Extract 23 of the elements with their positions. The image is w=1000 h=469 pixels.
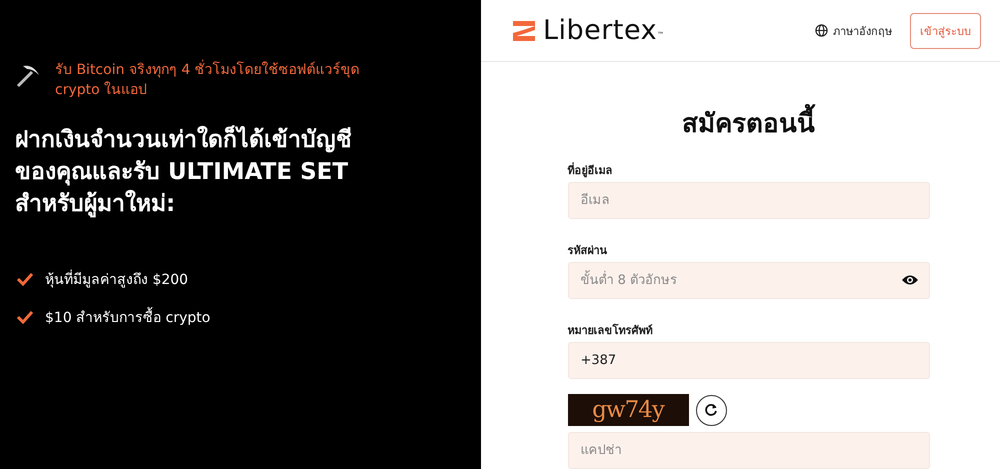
benefit-text: $10 สำหรับการซื้อ crypto <box>45 306 210 328</box>
logo-icon <box>513 20 535 40</box>
logo-text: Libertex <box>543 15 658 46</box>
benefit-text: หุ้นที่มีมูลค่าสูงถึง $200 <box>45 268 188 290</box>
form-title: สมัครตอนนี้ <box>568 102 930 143</box>
input-field[interactable]: +387 <box>568 342 930 379</box>
promo-text: รับ Bitcoin จริงทุกๆ 4 ชั่วโมงโดยใช้ซอฟต์แวร์ขุด crypto ในแอป <box>55 60 375 100</box>
refresh-icon <box>704 403 718 417</box>
field-label: หมายเลขโทรศัพท์ <box>568 322 654 339</box>
check-icon <box>17 272 33 286</box>
login-button[interactable]: เข้าสู่ระบบ <box>910 12 981 48</box>
captcha-image: gw74y <box>568 394 688 426</box>
input-field[interactable]: แคปช่า <box>568 432 930 469</box>
field-label: รหัสผ่าน <box>568 243 608 259</box>
eye-icon[interactable] <box>902 274 918 286</box>
field-label: ที่อยู่อีเมล <box>568 161 614 179</box>
globe-icon <box>815 24 828 37</box>
input-field[interactable]: อีเมล <box>568 182 930 219</box>
language-link[interactable]: ภาษาอังกฤษ <box>833 22 892 40</box>
check-icon <box>17 310 33 324</box>
refresh-button[interactable] <box>696 394 726 426</box>
input-field[interactable]: ขั้นต่ำ 8 ตัวอักษร <box>568 262 930 299</box>
promo-headline: ฝากเงินจำนวนเท่าใดก็ได้เข้าบัญชีของคุณและรับ ULTIMATE SET สำหรับผู้มาใหม่: <box>15 124 353 220</box>
